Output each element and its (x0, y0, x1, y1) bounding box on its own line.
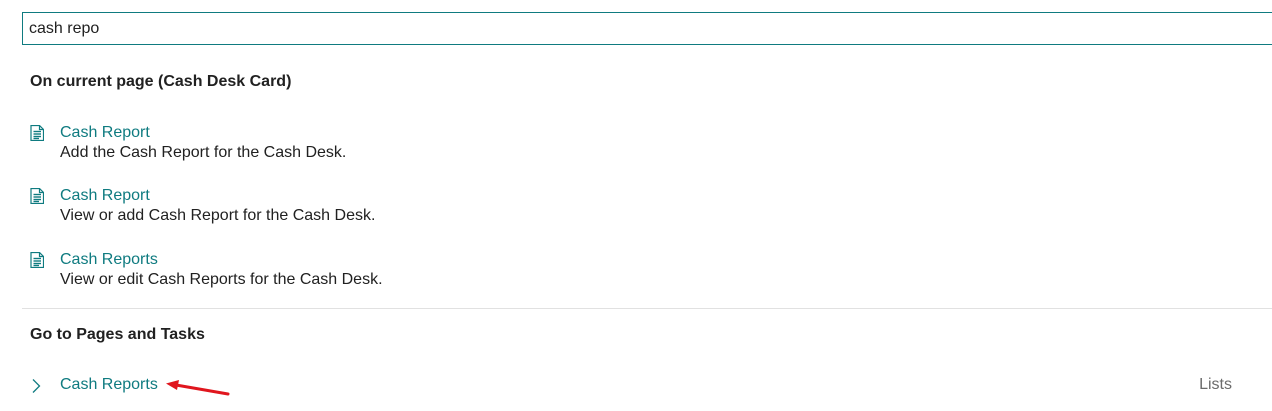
current-page-heading: On current page (Cash Desk Card) (30, 73, 292, 90)
result-title[interactable]: Cash Report (60, 123, 150, 143)
search-box[interactable] (22, 12, 1272, 45)
search-input[interactable] (29, 18, 1229, 40)
document-icon (30, 252, 44, 268)
result-description: Add the Cash Report for the Cash Desk. (60, 144, 347, 161)
pages-tasks-heading: Go to Pages and Tasks (30, 326, 205, 343)
result-item[interactable]: Cash Report Add the Cash Report for the … (30, 123, 1230, 165)
search-results-page: On current page (Cash Desk Card) Cash Re… (0, 0, 1272, 411)
result-item[interactable]: Cash Reports View or edit Cash Reports f… (30, 250, 1230, 292)
result-title[interactable]: Cash Report (60, 186, 150, 206)
document-icon (30, 188, 44, 204)
document-icon (30, 125, 44, 141)
result-item[interactable]: Cash Report View or add Cash Report for … (30, 186, 1230, 228)
result-title[interactable]: Cash Reports (60, 250, 158, 270)
section-divider (22, 308, 1272, 309)
annotation-arrow-icon (166, 380, 230, 396)
result-description: View or edit Cash Reports for the Cash D… (60, 271, 383, 288)
result-description: View or add Cash Report for the Cash Des… (60, 207, 376, 224)
task-result-title[interactable]: Cash Reports (60, 375, 158, 395)
task-result-category: Lists (1199, 376, 1232, 393)
chevron-right-icon (32, 379, 41, 393)
